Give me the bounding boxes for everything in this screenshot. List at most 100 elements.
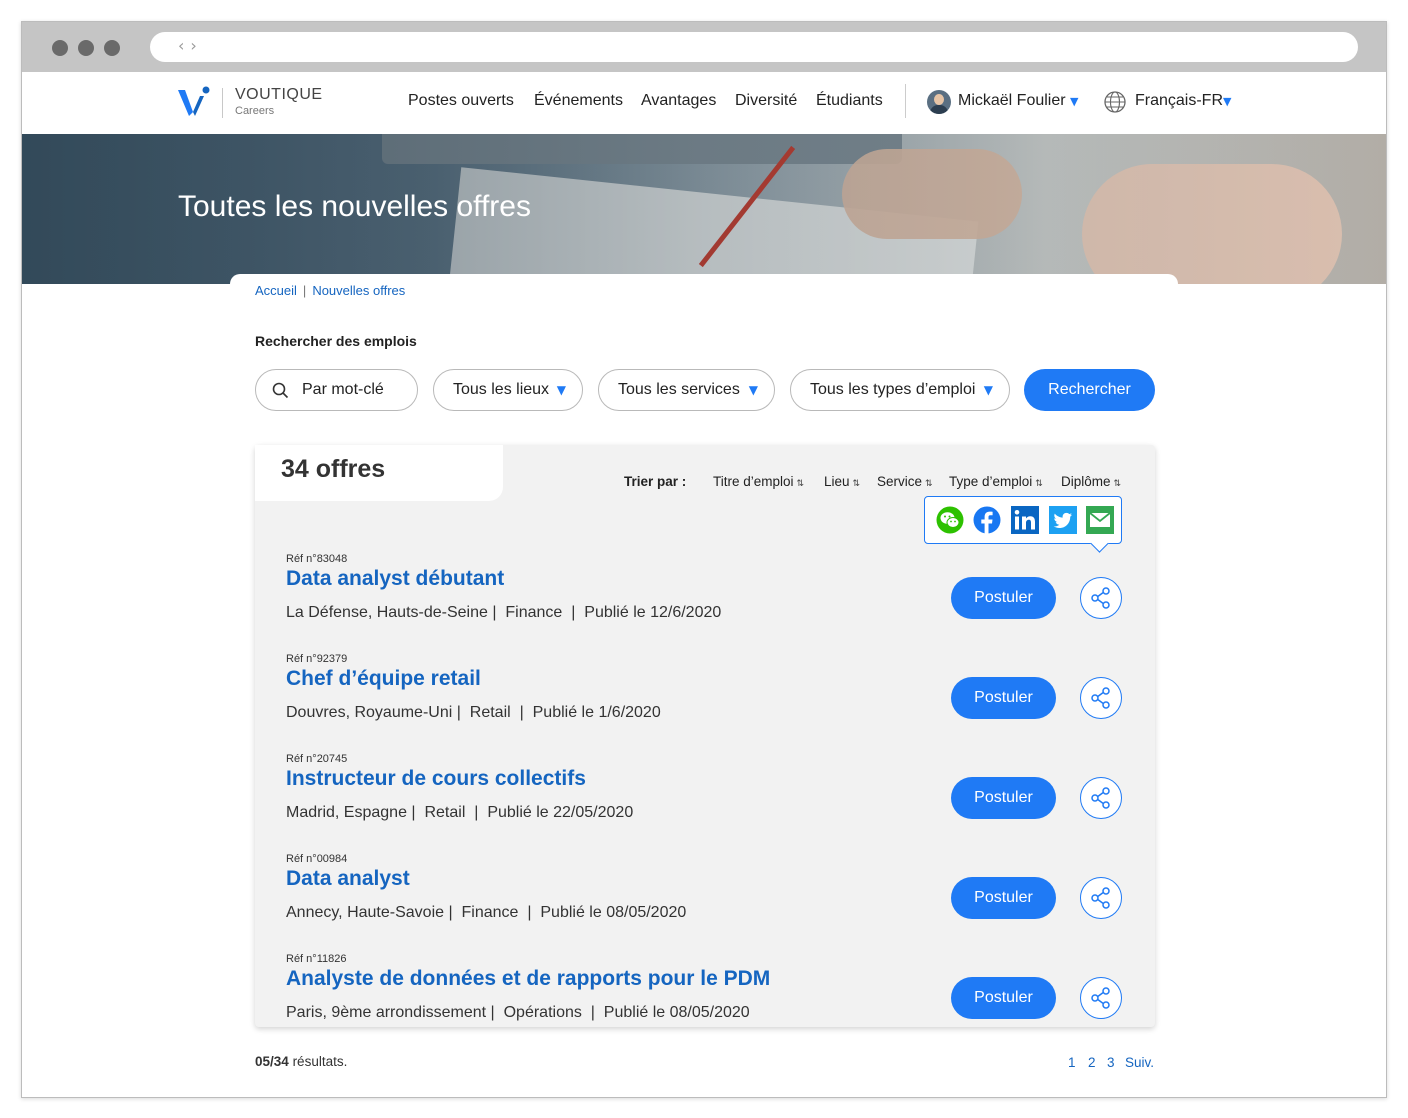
nav-diversite[interactable]: Diversité [735,92,797,110]
job-meta: Madrid, Espagne | Retail | Publié le 22/… [286,804,634,821]
sort-by-location[interactable]: Lieu ⇅ [824,474,860,489]
job-row: Réf n°83048 Data analyst débutant La Déf… [255,553,1155,653]
sort-label: Trier par : [624,474,687,489]
job-meta: La Défense, Hauts-de-Seine | Finance | P… [286,604,722,621]
job-title-link[interactable]: Analyste de données et de rapports pour … [286,967,770,991]
job-meta: Douvres, Royaume-Uni | Retail | Publié l… [286,704,661,721]
globe-icon [1104,91,1126,113]
apply-button[interactable]: Postuler [951,677,1056,719]
breadcrumb-home[interactable]: Accueil [255,283,297,298]
brand-name: VOUTIQUE [235,86,323,103]
sort-by-service[interactable]: Service ⇅ [877,474,933,489]
user-name: Mickaël Foulier [958,92,1066,109]
brand-subtitle: Careers [235,105,275,117]
share-icon [1091,587,1110,609]
site-header: VOUTIQUE Careers Postes ouverts Événemen… [22,72,1386,134]
user-menu[interactable]: Mickaël Foulier ▼ [958,92,1079,110]
language-label: Français-FR [1135,92,1224,109]
page-link-2[interactable]: 2 [1088,1055,1096,1070]
apply-button[interactable]: Postuler [951,977,1056,1019]
results-panel: 34 offres Trier par : Titre d’emploi ⇅ Li… [255,445,1155,1027]
job-type-select[interactable]: Tous les types d’emploi ▼ [790,369,1010,411]
service-select[interactable]: Tous les services ▼ [598,369,775,411]
linkedin-icon[interactable] [1011,506,1039,534]
job-reference: Réf n°83048 [286,553,348,565]
job-row: Réf n°11826 Analyste de données et de ra… [255,953,1155,1053]
back-forward-icon[interactable]: ‹› [178,36,203,55]
sort-arrows-icon: ⇅ [1035,479,1043,489]
page-link-3[interactable]: 3 [1107,1055,1115,1070]
apply-button[interactable]: Postuler [951,877,1056,919]
twitter-icon[interactable] [1049,506,1077,534]
apply-button[interactable]: Postuler [951,577,1056,619]
job-reference: Réf n°00984 [286,853,348,865]
location-select-value: Tous les lieux [453,381,550,398]
chevron-down-icon: ▼ [1070,95,1079,108]
email-icon[interactable] [1086,506,1114,534]
job-type-select-value: Tous les types d’emploi [810,381,976,398]
job-meta: Annecy, Haute-Savoie | Finance | Publié … [286,904,687,921]
job-title-link[interactable]: Chef d’équipe retail [286,667,481,691]
share-icon [1091,687,1110,709]
wechat-icon[interactable] [936,506,964,534]
share-icon [1091,887,1110,909]
sort-by-title[interactable]: Titre d’emploi ⇅ [713,474,804,489]
job-reference: Réf n°11826 [286,953,347,965]
breadcrumb: Accueil | Nouvelles offres [255,283,406,298]
next-page-link[interactable]: Suiv. [1125,1055,1154,1070]
facebook-icon[interactable] [973,506,1001,534]
sort-arrows-icon: ⇅ [796,479,805,489]
hero-title: Toutes les nouvelles offres [178,190,531,223]
service-select-value: Tous les services [618,381,740,398]
sort-arrows-icon: ⇅ [852,479,861,489]
browser-chrome: ‹› [22,22,1386,72]
share-button[interactable] [1080,577,1122,619]
nav-postes-ouverts[interactable]: Postes ouverts [408,92,514,110]
sort-by-degree[interactable]: Diplôme ⇅ [1061,474,1121,489]
user-avatar[interactable] [927,90,951,114]
keyword-search-input[interactable]: Par mot-clé [255,369,418,411]
nav-divider [905,84,906,118]
nav-etudiants[interactable]: Étudiants [816,92,883,110]
job-row: Réf n°20745 Instructeur de cours collect… [255,753,1155,853]
address-bar[interactable]: ‹› [150,32,1358,62]
window-minimize-dot[interactable] [78,40,94,56]
job-row: Réf n°92379 Chef d’équipe retail Douvres… [255,653,1155,753]
share-button[interactable] [1080,777,1122,819]
sort-arrows-icon: ⇅ [1113,479,1122,489]
share-button[interactable] [1080,877,1122,919]
job-title-link[interactable]: Instructeur de cours collectifs [286,767,586,791]
share-icon [1091,787,1110,809]
job-row: Réf n°00984 Data analyst Annecy, Haute-S… [255,853,1155,953]
results-summary: 05/34 résultats. [255,1054,348,1069]
page-link-1[interactable]: 1 [1068,1055,1076,1070]
sort-by-job-type[interactable]: Type d’emploi ⇅ [949,474,1043,489]
job-reference: Réf n°20745 [286,753,348,765]
breadcrumb-current[interactable]: Nouvelles offres [312,283,405,298]
hero-banner: Toutes les nouvelles offres [22,134,1386,284]
search-section-title: Rechercher des emplois [255,333,417,349]
job-reference: Réf n°92379 [286,653,348,665]
sort-arrows-icon: ⇅ [925,479,933,489]
results-count: 34 offres [281,455,386,483]
window-close-dot[interactable] [52,40,68,56]
apply-button[interactable]: Postuler [951,777,1056,819]
language-selector[interactable]: Français-FR▼ [1135,92,1231,110]
share-button[interactable] [1080,677,1122,719]
chevron-down-icon: ▼ [748,383,758,397]
browser-window: ‹› VOUTIQUE Careers Postes ouverts Événe… [21,21,1387,1098]
job-title-link[interactable]: Data analyst [286,867,410,891]
chevron-down-icon: ▼ [1223,95,1232,108]
location-select[interactable]: Tous les lieux ▼ [433,369,583,411]
chevron-down-icon: ▼ [983,383,993,397]
nav-evenements[interactable]: Événements [534,92,623,110]
search-icon [272,382,289,399]
voutique-logo-icon[interactable] [176,84,212,120]
chevron-down-icon: ▼ [556,383,566,397]
results-count-tab: 34 offres [255,445,503,501]
job-title-link[interactable]: Data analyst débutant [286,567,504,591]
search-button[interactable]: Rechercher [1024,369,1155,411]
share-button[interactable] [1080,977,1122,1019]
nav-avantages[interactable]: Avantages [641,92,716,110]
window-maximize-dot[interactable] [104,40,120,56]
